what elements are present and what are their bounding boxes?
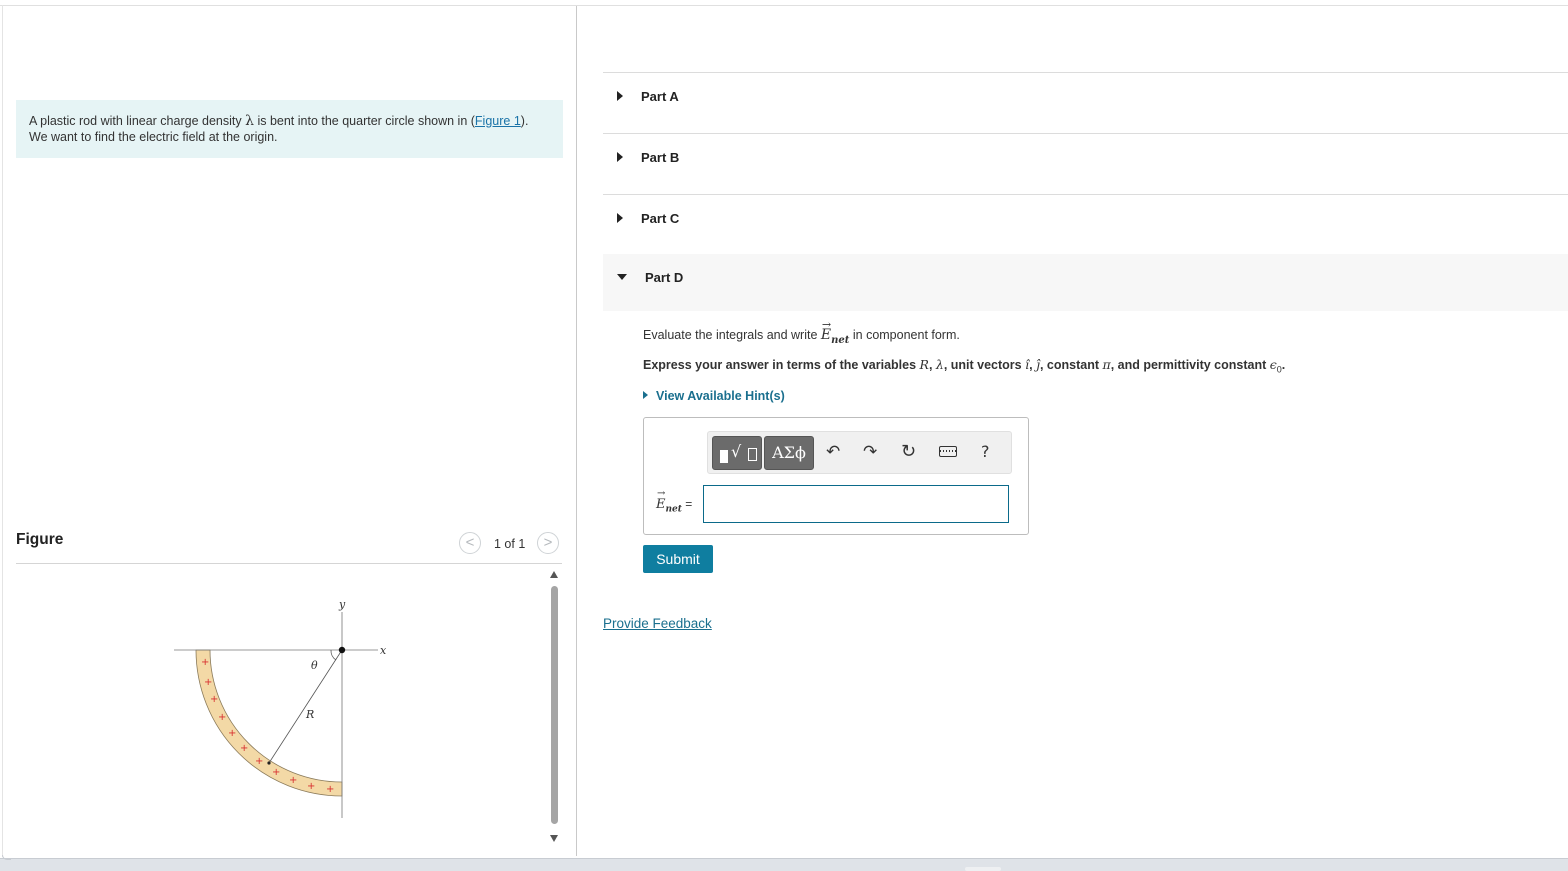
greek-symbols-button[interactable]: ΑΣϕ (764, 436, 814, 470)
view-hints-link[interactable]: View Available Hint(s) (643, 389, 785, 403)
const-pi: π (1102, 357, 1111, 372)
instruction-text: Evaluate the integrals and write (643, 328, 821, 342)
radius-label: R (305, 708, 314, 721)
plus-sign: + (289, 775, 297, 786)
plus-sign: + (307, 781, 315, 792)
plus-sign: + (218, 712, 226, 723)
theta-label: θ (311, 659, 318, 672)
radius-line (268, 649, 343, 764)
plus-sign: + (204, 677, 212, 688)
charged-rod (195, 649, 343, 797)
plus-sign: + (272, 767, 280, 778)
intro-text-line2: We want to find the electric field at th… (29, 130, 278, 144)
column-divider (576, 6, 577, 856)
theta-arc (330, 649, 337, 661)
figure-prev-button[interactable]: < (459, 532, 481, 554)
undo-icon[interactable]: ↶ (826, 442, 840, 462)
problem-intro: A plastic rod with linear charge density… (16, 100, 563, 158)
expand-caret-icon (617, 152, 623, 162)
scroll-up-arrow[interactable] (550, 571, 558, 578)
horizontal-scroll-thumb[interactable] (965, 867, 1001, 871)
plus-sign: + (228, 728, 236, 739)
part-d-label: Part D (645, 270, 684, 285)
figure-divider (16, 563, 562, 564)
express-text: Express your answer in terms of the vari… (643, 358, 920, 372)
scroll-down-arrow[interactable] (550, 835, 558, 842)
plus-sign: + (326, 784, 334, 795)
plus-sign: + (201, 657, 209, 668)
reset-icon[interactable]: ↻ (901, 441, 916, 462)
answer-input[interactable] (703, 485, 1009, 523)
lambda-symbol: λ (245, 113, 254, 129)
template-block-icon (720, 450, 728, 463)
answer-label: → Enet = (656, 488, 693, 515)
part-c-label: Part C (641, 211, 680, 226)
part-a-label: Part A (641, 89, 679, 104)
y-axis-label: y (338, 598, 346, 611)
left-edge (2, 5, 3, 857)
bottom-corner (2, 855, 11, 860)
part-c-row[interactable]: Part C (603, 195, 1568, 254)
expand-caret-icon (617, 213, 623, 223)
answer-enet-letter: E (656, 497, 666, 512)
x-axis-label: x (380, 644, 387, 657)
template-box-icon (748, 448, 757, 461)
part-d-instruction: Evaluate the integrals and write → Enet i… (643, 318, 960, 346)
top-rule (0, 5, 1568, 6)
provide-feedback-link[interactable]: Provide Feedback (603, 616, 712, 631)
var-lambda: λ (935, 357, 944, 372)
instruction-suffix: in component form. (849, 328, 960, 342)
part-d-row[interactable]: Part D (603, 254, 1568, 311)
part-b-row[interactable]: Part B (603, 134, 1568, 194)
express-end: . (1281, 358, 1286, 372)
submit-button[interactable]: Submit (643, 545, 713, 573)
origin-dot (338, 646, 346, 654)
help-icon[interactable]: ? (981, 442, 990, 461)
express-text: , constant (1039, 358, 1103, 372)
separator: , (928, 358, 936, 372)
intro-text-mid: is bent into the quarter circle shown in… (253, 114, 475, 128)
plus-sign: + (210, 694, 218, 705)
answer-enet-symbol: → Enet (656, 488, 682, 515)
figure-next-button[interactable]: > (537, 532, 559, 554)
enet-symbol: → Enet (820, 318, 850, 346)
radical-icon: √ (731, 442, 742, 461)
rod-point (267, 761, 271, 765)
math-toolbar: √ ΑΣϕ ↶ ↷ ↻ ? (707, 431, 1012, 474)
bottom-bar (0, 855, 1568, 871)
intro-text-start: A plastic rod with linear charge density (29, 114, 246, 128)
hint-label: View Available Hint(s) (656, 389, 785, 403)
express-text: , unit vectors (943, 358, 1026, 372)
figure-image: y x θ R + + + + + + + + + + + (174, 598, 387, 818)
expand-caret-icon (617, 91, 623, 101)
figure-title: Figure (16, 531, 64, 548)
keyboard-icon[interactable] (939, 446, 957, 457)
answer-box: √ ΑΣϕ ↶ ↷ ↻ ? → Enet = (643, 417, 1029, 535)
hint-caret-icon (643, 391, 648, 399)
collapse-caret-icon (617, 274, 627, 280)
answer-enet-subscript: net (665, 504, 682, 515)
templates-button[interactable]: √ (712, 436, 762, 470)
redo-icon[interactable]: ↷ (863, 442, 877, 462)
answer-equals: = (681, 497, 693, 511)
intro-text-end: ). (520, 114, 529, 128)
express-text: , and permittivity constant (1110, 358, 1270, 372)
figure-link[interactable]: Figure 1 (475, 114, 521, 128)
enet-subscript: net (831, 334, 850, 346)
figure-scrollbar-thumb[interactable] (551, 586, 558, 824)
part-a-row[interactable]: Part A (603, 73, 1568, 133)
var-r: R (919, 357, 929, 372)
plus-sign: + (240, 743, 248, 754)
const-epsilon: ϵ (1269, 357, 1277, 372)
figure-counter: 1 of 1 (494, 537, 526, 551)
part-b-label: Part B (641, 150, 680, 165)
plus-sign: + (255, 756, 263, 767)
part-d-express: Express your answer in terms of the vari… (643, 357, 1285, 375)
